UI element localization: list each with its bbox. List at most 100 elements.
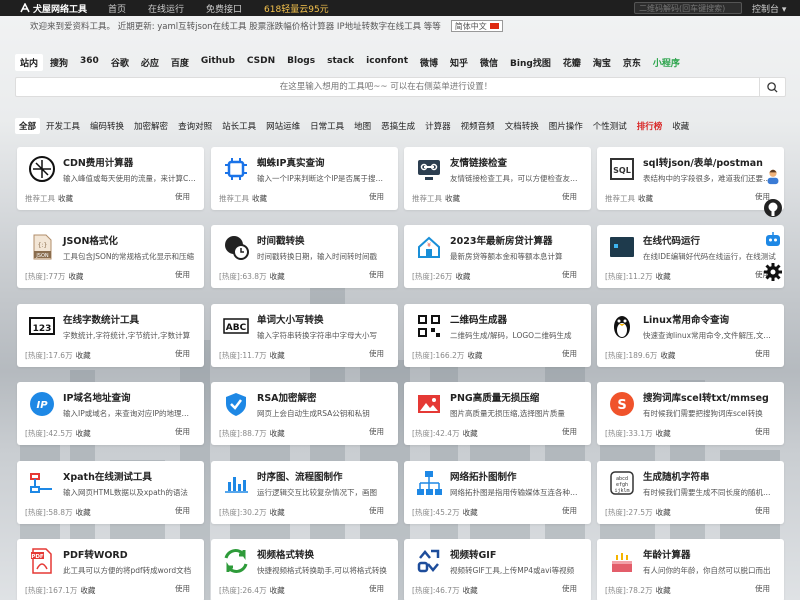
favorite-link[interactable]: 收藏 bbox=[463, 586, 478, 595]
favorite-link[interactable]: 收藏 bbox=[656, 508, 671, 517]
favorite-link[interactable]: 收藏 bbox=[58, 194, 73, 203]
tool-title[interactable]: 在线代码运行 bbox=[643, 233, 700, 247]
favorite-link[interactable]: 收藏 bbox=[80, 586, 95, 595]
github-icon[interactable] bbox=[762, 197, 784, 219]
use-link[interactable]: 使用 bbox=[562, 583, 577, 594]
tool-card[interactable]: 二维码生成器 二维码生成/解码，LOGO二维码生成 [热度]:166.2万 收藏 使用 bbox=[404, 304, 591, 367]
engine-tab[interactable]: CSDN bbox=[242, 54, 280, 71]
tool-card[interactable]: Xpath在线测试工具 输入网页HTML数据以及xpath的语法 [热度]:58.8… bbox=[17, 461, 204, 524]
favorite-link[interactable]: 收藏 bbox=[76, 508, 91, 517]
category-tab[interactable]: 文档转换 bbox=[501, 118, 543, 134]
use-link[interactable]: 使用 bbox=[755, 505, 770, 516]
use-link[interactable]: 使用 bbox=[175, 269, 190, 280]
category-tab[interactable]: 站长工具 bbox=[218, 118, 260, 134]
tool-card[interactable]: 时间戳转换 时间戳转换日期，输入时间转时间戳 [热度]:63.8万 收藏 使用 bbox=[211, 225, 398, 288]
search-input[interactable] bbox=[16, 78, 756, 96]
category-tab[interactable]: 排行榜 bbox=[633, 118, 667, 134]
settings-gear-icon[interactable] bbox=[762, 261, 784, 283]
tool-card[interactable]: abcd efgh ijklm 生成随机字符串 有时候我们需要生成不同长度的随机字符串 [… bbox=[597, 461, 784, 524]
use-link[interactable]: 使用 bbox=[562, 269, 577, 280]
category-tab[interactable]: 恶搞生成 bbox=[377, 118, 419, 134]
category-tab[interactable]: 日常工具 bbox=[306, 118, 348, 134]
tool-card[interactable]: 蜘蛛IP真实查询输入一个IP来判断这个IP是否属于搜索引擎蜘蛛推荐工具收藏 使用 bbox=[211, 147, 398, 210]
site-logo[interactable]: 犬屋网络工具 bbox=[20, 2, 90, 15]
engine-tab[interactable]: 站内 bbox=[15, 54, 44, 71]
nav-home[interactable]: 首页 bbox=[108, 2, 126, 15]
robot-icon[interactable] bbox=[762, 229, 784, 251]
use-link[interactable]: 使用 bbox=[175, 583, 190, 594]
favorite-link[interactable]: 收藏 bbox=[656, 429, 671, 438]
favorite-link[interactable]: 收藏 bbox=[76, 429, 91, 438]
favorite-link[interactable]: 收藏 bbox=[660, 351, 675, 360]
use-link[interactable]: 使用 bbox=[562, 191, 577, 202]
use-link[interactable]: 使用 bbox=[562, 348, 577, 359]
tool-card[interactable]: 时序图、流程图制作 运行逻辑交互比较复杂情况下，画图 [热度]:30.2万 收藏 使用 bbox=[211, 461, 398, 524]
favorite-link[interactable]: 收藏 bbox=[455, 272, 470, 281]
use-link[interactable]: 使用 bbox=[755, 426, 770, 437]
tool-card[interactable]: IP IP域名地址查询 输入IP或域名，来查询对应IP的地理位置 [热度]:42.5万… bbox=[17, 382, 204, 445]
category-tab[interactable]: 视频音频 bbox=[457, 118, 499, 134]
engine-tab[interactable]: 必应 bbox=[136, 54, 164, 71]
category-tab[interactable]: 图片操作 bbox=[545, 118, 587, 134]
engine-tab[interactable]: 小程序 bbox=[648, 54, 685, 71]
use-link[interactable]: 使用 bbox=[369, 426, 384, 437]
category-tab[interactable]: 开发工具 bbox=[42, 118, 84, 134]
engine-tab[interactable]: iconfont bbox=[361, 54, 413, 71]
nav-online-run[interactable]: 在线运行 bbox=[148, 2, 184, 15]
use-link[interactable]: 使用 bbox=[369, 191, 384, 202]
tool-card[interactable]: PDF PDF转WORD 此工具可以方便的将pdf转成word文档 [热度]:167.… bbox=[17, 539, 204, 600]
use-link[interactable]: 使用 bbox=[369, 505, 384, 516]
tool-title[interactable]: 时序图、流程图制作 bbox=[257, 469, 343, 483]
tool-title[interactable]: 网络拓扑图制作 bbox=[450, 469, 517, 483]
tool-title[interactable]: sql转json/表单/postman bbox=[643, 155, 763, 169]
engine-tab[interactable]: Blogs bbox=[282, 54, 320, 71]
tool-title[interactable]: 搜狗词库scel转txt/mmseg bbox=[643, 390, 769, 404]
category-tab[interactable]: 网站运维 bbox=[262, 118, 304, 134]
favorite-link[interactable]: 收藏 bbox=[656, 586, 671, 595]
tool-card[interactable]: ¥2023年最新房贷计算器 最新房贷等额本金和等额本息计算 [热度]:26万 收藏 使用 bbox=[404, 225, 591, 288]
qr-decode-input[interactable] bbox=[634, 2, 742, 14]
category-tab[interactable]: 加密解密 bbox=[130, 118, 172, 134]
favorite-link[interactable]: 收藏 bbox=[68, 272, 83, 281]
tool-title[interactable]: 二维码生成器 bbox=[450, 312, 507, 326]
tool-card[interactable]: RSA加密解密 网页上会自动生成RSA公钥和私钥 [热度]:88.7万 收藏 使用 bbox=[211, 382, 398, 445]
tool-card[interactable]: 友情链接检查 友情链接检查工具，可以方便检查友情链接 推荐工具 收藏 使用 bbox=[404, 147, 591, 210]
use-link[interactable]: 使用 bbox=[175, 348, 190, 359]
use-link[interactable]: 使用 bbox=[369, 583, 384, 594]
tool-title[interactable]: Xpath在线测试工具 bbox=[63, 469, 152, 483]
use-link[interactable]: 使用 bbox=[175, 505, 190, 516]
tool-card[interactable]: ABC 单词大小写转换 输入字符串转换字符串中字母大小写 [热度]:11.7万 收藏 使用 bbox=[211, 304, 398, 367]
use-link[interactable]: 使用 bbox=[562, 426, 577, 437]
language-select[interactable]: 简体中文 bbox=[450, 20, 503, 32]
category-tab[interactable]: 全部 bbox=[15, 118, 41, 134]
user-avatar-icon[interactable] bbox=[762, 165, 784, 187]
tool-card[interactable]: 视频转GIF 视频转GIF工具,上传MP4或avi等视频 [热度]:46.7万 收藏 使… bbox=[404, 539, 591, 600]
tool-title[interactable]: 蜘蛛IP真实查询 bbox=[257, 155, 325, 169]
engine-tab[interactable]: stack bbox=[322, 54, 359, 71]
notice-text[interactable]: 欢迎来到爱资料工具。 近期更新: yaml互转json在线工具 股票涨跌幅价格计… bbox=[30, 20, 441, 32]
tool-title[interactable]: PNG高质量无损压缩 bbox=[450, 390, 539, 404]
favorite-link[interactable]: 收藏 bbox=[656, 272, 671, 281]
tool-card[interactable]: 在线代码运行 在线IDE编辑好代码在线运行，在线测试 [热度]:11.2万 收藏 使用 bbox=[597, 225, 784, 288]
engine-tab[interactable]: 微信 bbox=[475, 54, 503, 71]
tool-title[interactable]: 视频格式转换 bbox=[257, 547, 314, 561]
nav-free-api[interactable]: 免费接口 bbox=[206, 2, 242, 15]
favorite-link[interactable]: 收藏 bbox=[270, 429, 285, 438]
favorite-link[interactable]: 收藏 bbox=[270, 586, 285, 595]
tool-title[interactable]: 在线字数统计工具 bbox=[63, 312, 139, 326]
favorite-link[interactable]: 收藏 bbox=[463, 508, 478, 517]
search-button[interactable] bbox=[759, 78, 785, 96]
tool-card[interactable]: S 搜狗词库scel转txt/mmseg 有时候我们需要把搜狗词库scel转换 [热度… bbox=[597, 382, 784, 445]
tool-card[interactable]: PNG高质量无损压缩 图片高质量无损压缩,选择图片质量 [热度]:42.4万 收藏 使用 bbox=[404, 382, 591, 445]
engine-tab[interactable]: 谷歌 bbox=[106, 54, 134, 71]
tool-card[interactable]: 视频格式转换 快捷视频格式转换助手,可以将格式转换 [热度]:26.4万 收藏 使用 bbox=[211, 539, 398, 600]
engine-tab[interactable]: 360 bbox=[75, 54, 104, 71]
engine-tab[interactable]: Github bbox=[196, 54, 240, 71]
use-link[interactable]: 使用 bbox=[175, 191, 190, 202]
tool-card[interactable]: Linux常用命令查询 快速查询linux常用命令,文件解压,文件操作 [热度]:1… bbox=[597, 304, 784, 367]
category-tab[interactable]: 查询对照 bbox=[174, 118, 216, 134]
tool-title[interactable]: 生成随机字符串 bbox=[643, 469, 710, 483]
tool-title[interactable]: CDN费用计算器 bbox=[63, 155, 133, 169]
use-link[interactable]: 使用 bbox=[755, 348, 770, 359]
favorite-link[interactable]: 收藏 bbox=[270, 351, 285, 360]
